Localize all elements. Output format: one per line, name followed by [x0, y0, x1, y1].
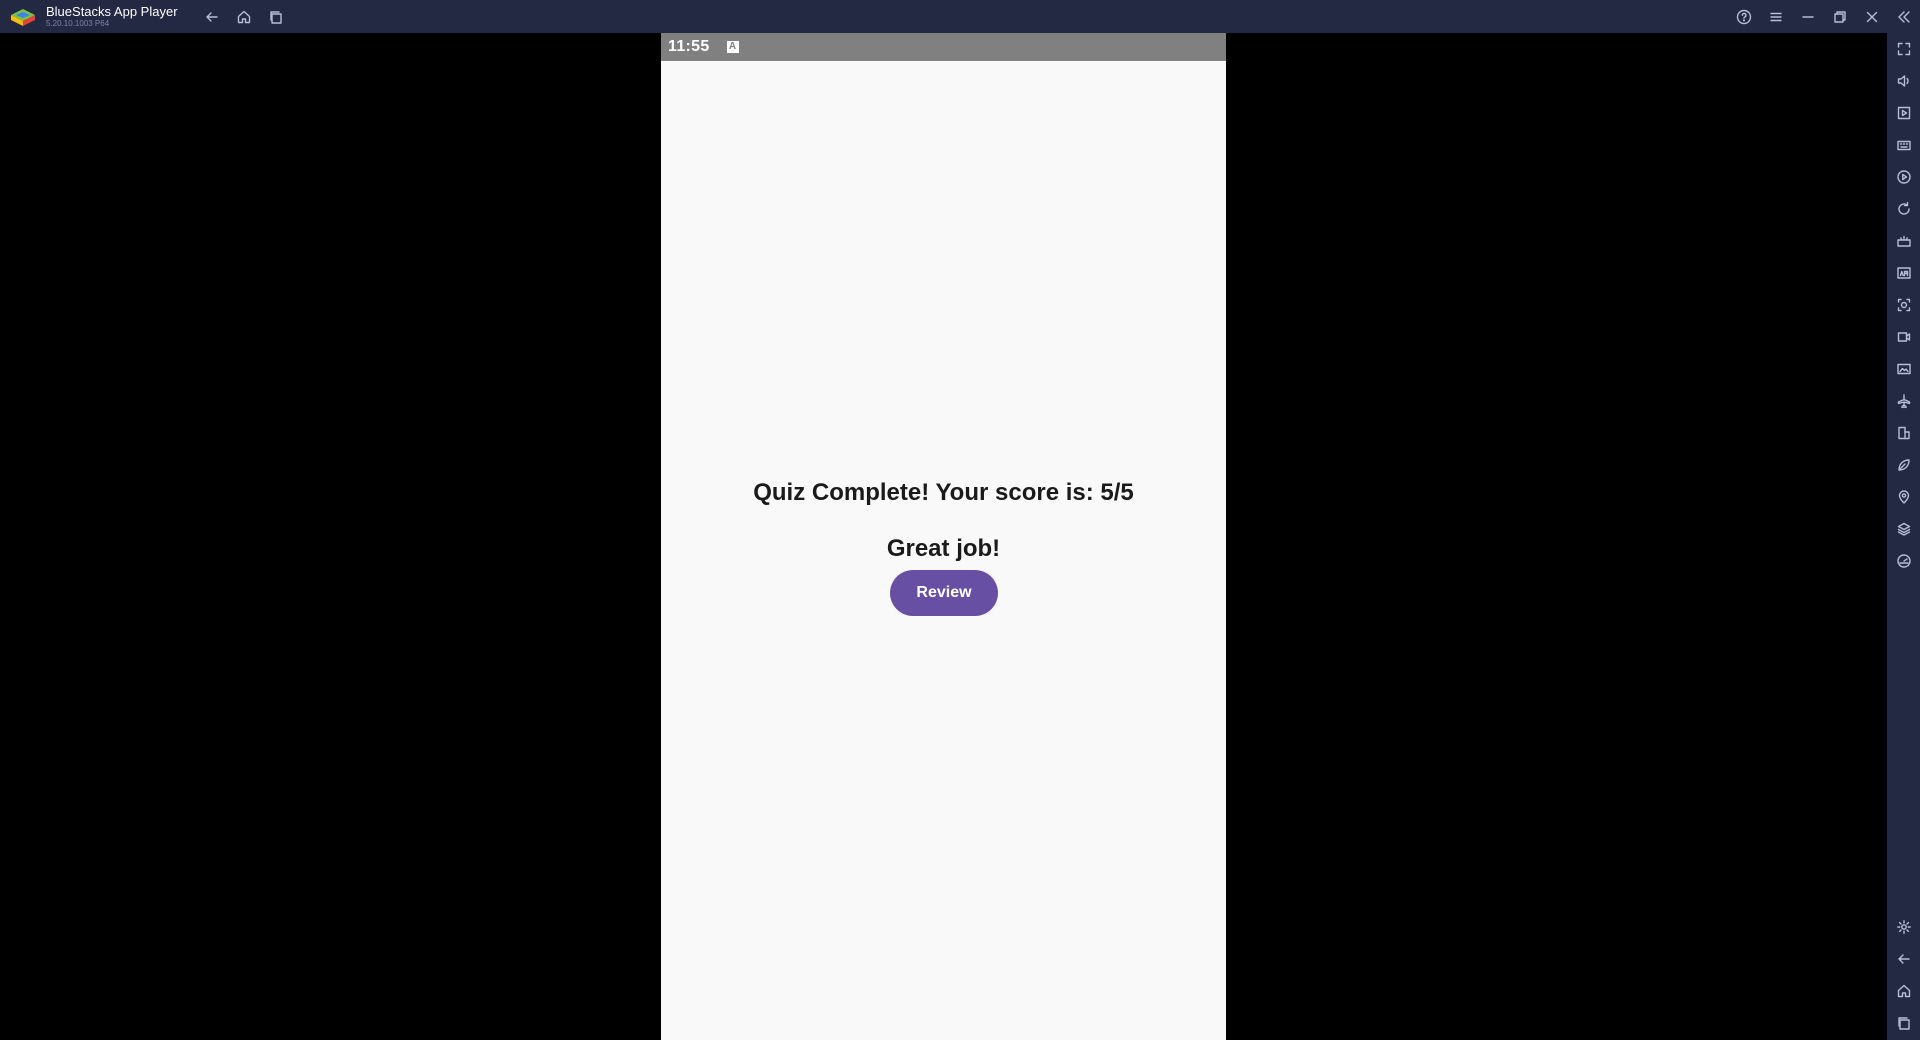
app-version: 5.20.10.1003 P64 — [46, 18, 110, 28]
fullscreen-icon — [1897, 42, 1910, 56]
multi-instance-icon — [1897, 426, 1910, 440]
media-folder-icon — [1896, 363, 1911, 375]
restore-button[interactable] — [1824, 0, 1856, 33]
android-recent-icon — [1897, 1017, 1910, 1030]
score-text: Quiz Complete! Your score is: 5/5 — [753, 479, 1134, 506]
back-icon — [205, 11, 218, 22]
performance-icon — [1896, 554, 1911, 568]
help-icon — [1736, 9, 1752, 24]
recent-apps-icon — [269, 10, 282, 24]
android-home-icon — [1897, 984, 1910, 998]
app-title-block: BlueStacks App Player 5.20.10.1003 P64 — [46, 3, 178, 29]
notification-icon-glyph: A — [728, 41, 737, 52]
macro-play-button[interactable] — [1887, 161, 1920, 193]
window-controls — [1728, 0, 1920, 33]
close-icon — [1866, 11, 1878, 22]
apk-install-button[interactable] — [1887, 257, 1920, 289]
restore-icon — [1834, 10, 1846, 23]
settings-button[interactable] — [1887, 911, 1920, 943]
volume-icon — [1897, 75, 1909, 87]
record-button[interactable] — [1887, 321, 1920, 353]
media-button[interactable] — [1887, 97, 1920, 129]
rotate-icon — [1897, 201, 1910, 215]
multi-instance-button[interactable] — [1887, 417, 1920, 449]
screenshot-icon — [1897, 298, 1910, 312]
eco-mode-icon — [1897, 459, 1910, 471]
volume-button[interactable] — [1887, 65, 1920, 97]
close-button[interactable] — [1856, 0, 1888, 33]
help-button[interactable] — [1728, 0, 1760, 33]
eco-mode-button[interactable] — [1887, 449, 1920, 481]
android-recent-button[interactable] — [1887, 1007, 1920, 1039]
fullscreen-button[interactable] — [1887, 33, 1920, 65]
back-button[interactable] — [196, 0, 228, 33]
android-screen: 11:55 A Quiz Complete! Your score is: 5/… — [661, 33, 1226, 1040]
settings-icon — [1896, 920, 1911, 934]
game-controls-button[interactable] — [1887, 225, 1920, 257]
keyboard-icon — [1896, 140, 1911, 151]
minimize-icon — [1802, 15, 1814, 18]
airplane-icon — [1897, 394, 1910, 409]
keyboard-button[interactable] — [1887, 129, 1920, 161]
home-icon — [237, 10, 250, 23]
right-sidebar — [1887, 33, 1920, 1040]
layers-button[interactable] — [1887, 513, 1920, 545]
layers-icon — [1897, 522, 1910, 536]
status-time: 11:55 — [668, 38, 710, 55]
app-name: BlueStacks App Player — [46, 3, 178, 19]
minimize-button[interactable] — [1792, 0, 1824, 33]
screenshot-button[interactable] — [1887, 289, 1920, 321]
game-controls-icon — [1896, 235, 1911, 247]
macro-play-icon — [1896, 170, 1911, 184]
apk-install-icon — [1896, 267, 1911, 279]
feedback-text: Great job! — [886, 535, 1001, 562]
media-folder-button[interactable] — [1887, 353, 1920, 385]
android-home-button[interactable] — [1887, 975, 1920, 1007]
menu-icon — [1770, 12, 1782, 21]
home-button[interactable] — [228, 0, 260, 33]
collapse-sidebar-button[interactable] — [1888, 0, 1920, 33]
bluestacks-logo-icon — [11, 8, 35, 26]
android-back-button[interactable] — [1887, 943, 1920, 975]
location-icon — [1898, 490, 1909, 504]
notification-icon: A — [726, 41, 739, 53]
performance-button[interactable] — [1887, 545, 1920, 577]
menu-button[interactable] — [1760, 0, 1792, 33]
record-icon — [1897, 332, 1910, 342]
airplane-button[interactable] — [1887, 385, 1920, 417]
android-back-icon — [1897, 954, 1910, 964]
location-button[interactable] — [1887, 481, 1920, 513]
recent-apps-button[interactable] — [260, 0, 292, 33]
rotate-button[interactable] — [1887, 193, 1920, 225]
collapse-sidebar-icon — [1898, 10, 1910, 23]
android-status-bar: 11:55 A — [661, 33, 1226, 61]
media-icon — [1897, 106, 1910, 120]
review-button[interactable]: Review — [890, 570, 998, 616]
title-bar: BlueStacks App Player 5.20.10.1003 P64 — [0, 0, 1920, 33]
nav-buttons — [196, 0, 292, 33]
